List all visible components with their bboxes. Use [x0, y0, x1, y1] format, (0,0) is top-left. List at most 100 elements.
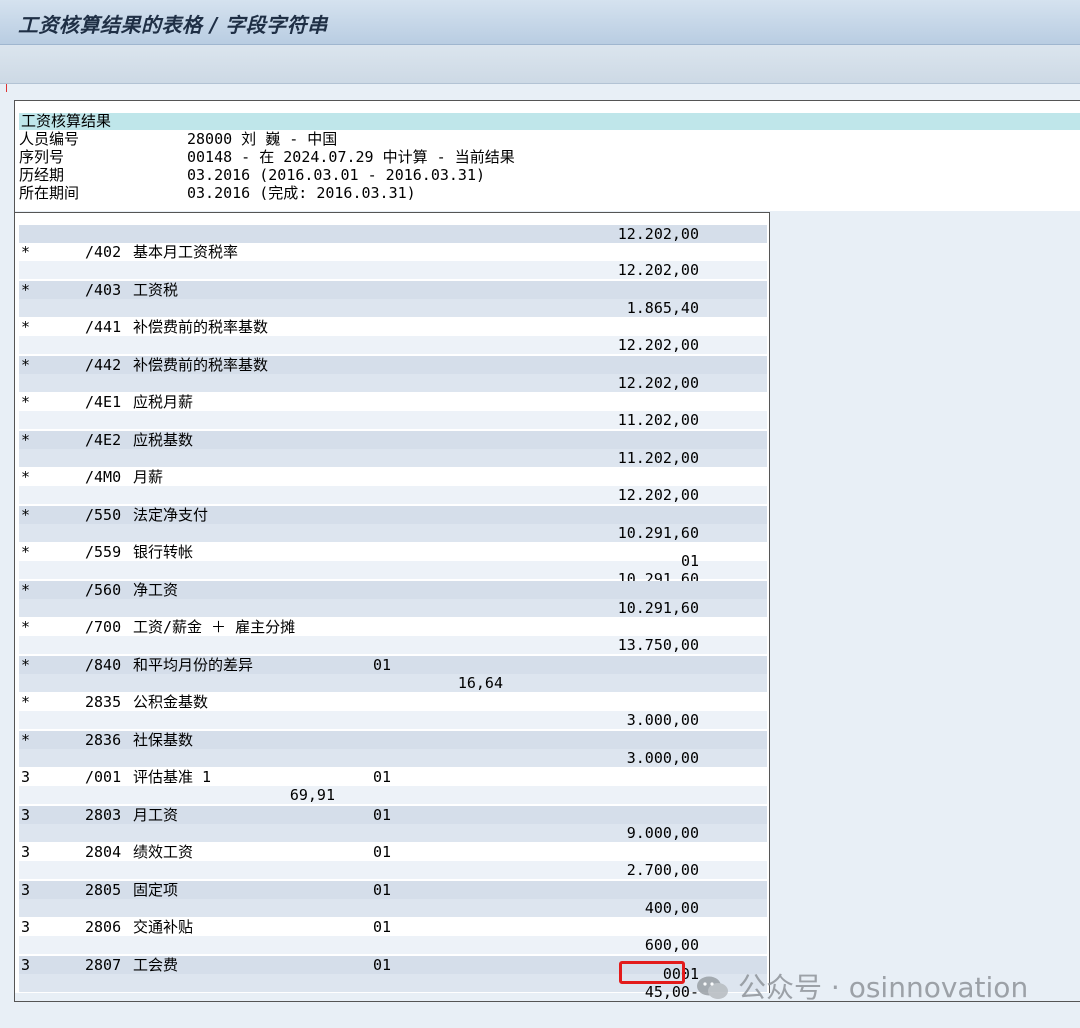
wage-type-code: /840	[85, 655, 122, 674]
watermark-text: 公众号 · osinnovation	[738, 971, 1029, 1004]
row-line: * 2836 社保基数	[19, 730, 767, 749]
amount: 45,00-	[644, 982, 699, 1001]
table-row[interactable]: * /559 银行转帐 01 10.291,60	[19, 543, 767, 588]
wage-type-text: 工资/薪金 ＋ 雇主分摊	[133, 618, 296, 636]
period-indicator: 01	[373, 918, 392, 936]
row-indicator: *	[21, 543, 31, 561]
amount: 12.202,00	[617, 225, 699, 243]
wage-type-text: 补偿费前的税率基数	[133, 318, 269, 336]
table-row[interactable]: * /441 补偿费前的税率基数 12.202,00	[19, 318, 767, 355]
row-line: 3.000,00	[19, 711, 767, 729]
row-line: * /441 补偿费前的税率基数	[19, 318, 767, 336]
amount: 600,00	[644, 936, 699, 954]
table-row[interactable]: * /4E2 应税基数 11.202,00	[19, 430, 767, 468]
row-line: 10.291,60	[19, 598, 767, 617]
row-indicator: *	[21, 280, 31, 299]
amount: 12.202,00	[617, 373, 699, 392]
table-row[interactable]: 3/001 评估基准 1 01 69,91	[19, 768, 767, 805]
table-row[interactable]: * /4M0 月薪 12.202,00	[19, 468, 767, 505]
table-row[interactable]: * /402 基本月工资税率 12.202,00	[19, 243, 767, 280]
table-row[interactable]: * /4E1 应税月薪 11.202,00	[19, 393, 767, 430]
wage-type-text: 和平均月份的差异	[133, 655, 254, 674]
results-table[interactable]: 12.202,00 * /402 基本月工资税率 12.202,00 * /403 工资税 1…	[15, 212, 770, 1001]
amount: 3.000,00	[626, 711, 699, 729]
highlight-box	[619, 960, 685, 984]
table-row[interactable]: * /550 法定净支付 10.291,60	[19, 505, 767, 543]
header-label: 历经期	[19, 166, 65, 184]
header-value: 03.2016 (完成: 2016.03.31)	[187, 184, 416, 202]
row-indicator: *	[21, 655, 31, 674]
table-row[interactable]: 3 2805 固定项 01 400,00	[19, 880, 767, 918]
table-row[interactable]: 3 2803 月工资 01 9.000,00	[19, 805, 767, 843]
row-line: * /403 工资税	[19, 280, 767, 299]
wage-type-text: 社保基数	[133, 730, 194, 749]
wage-type-code: /442	[85, 355, 122, 374]
wage-type-code: /700	[85, 618, 122, 636]
application-toolbar	[0, 45, 1080, 84]
row-line: 600,00	[19, 936, 767, 954]
row-line: * /559 银行转帐	[19, 543, 767, 561]
row-line: 12.202,00	[19, 373, 767, 392]
table-row[interactable]: * /840 和平均月份的差异 01 16,64	[19, 655, 767, 693]
row-line: 12.202,00	[19, 225, 767, 243]
wage-type-text: 银行转帐	[133, 543, 194, 561]
wage-type-text: 工会费	[133, 955, 179, 974]
row-line: * /700 工资/薪金 ＋ 雇主分摊	[19, 618, 767, 636]
header-value: 00148 - 在 2024.07.29 中计算 - 当前结果	[187, 148, 515, 166]
amount: 11.202,00	[617, 448, 699, 467]
row-indicator: *	[21, 468, 31, 486]
period-indicator: 01	[373, 880, 392, 899]
wage-type-code: /550	[85, 505, 122, 524]
table-row[interactable]: * /442 补偿费前的税率基数 12.202,00	[19, 355, 767, 393]
amount: 3.000,00	[626, 748, 699, 767]
wage-type-code: 2807	[85, 955, 122, 974]
wage-type-text: 净工资	[133, 580, 179, 599]
wage-type-text: 应税月薪	[133, 393, 194, 411]
table-row[interactable]: * /403 工资税 1.865,40	[19, 280, 767, 318]
wechat-icon	[697, 976, 728, 999]
row-line: 3 2803 月工资 01	[19, 805, 767, 824]
wage-type-code: /402	[85, 243, 122, 261]
wage-type-code: /403	[85, 280, 122, 299]
wage-type-code: /001	[85, 768, 122, 786]
row-line: 3 2806 交通补贴 01	[19, 918, 767, 936]
row-line: 2.700,00	[19, 861, 767, 879]
wage-type-text: 固定项	[133, 880, 179, 899]
row-indicator: *	[21, 318, 31, 336]
row-indicator: *	[21, 730, 31, 749]
row-line: 0001 45,00-	[19, 960, 767, 1001]
row-line: 3/001 评估基准 1 01	[19, 768, 767, 786]
wage-type-code: /441	[85, 318, 122, 336]
period-indicator: 01	[373, 768, 392, 786]
rate-value: 16,64	[457, 673, 503, 692]
row-line: 3.000,00	[19, 748, 767, 767]
wage-type-code: /559	[85, 543, 122, 561]
wage-type-code: /560	[85, 580, 122, 599]
wage-type-text: 绩效工资	[133, 843, 194, 861]
table-row[interactable]: * /700 工资/薪金 ＋ 雇主分摊 13.750,00	[19, 618, 767, 655]
amount: 1.865,40	[626, 298, 699, 317]
table-row[interactable]: 3 2804 绩效工资 01 2.700,00	[19, 843, 767, 880]
table-row[interactable]: * 2835 公积金基数 3.000,00	[19, 693, 767, 730]
period-indicator: 01	[373, 843, 392, 861]
row-line: 400,00	[19, 898, 767, 917]
period-indicator: 01	[373, 955, 392, 974]
table-row[interactable]: * /560 净工资 10.291,60	[19, 580, 767, 618]
wage-type-text: 月薪	[133, 468, 164, 486]
row-line: * 2835 公积金基数	[19, 693, 767, 711]
table-row[interactable]: * 2836 社保基数 3.000,00	[19, 730, 767, 768]
row-indicator: *	[21, 393, 31, 411]
header-label: 人员编号	[19, 130, 80, 148]
header-label: 序列号	[19, 148, 65, 166]
row-line: 12.202,00	[19, 486, 767, 504]
section-title: 工资核算结果	[19, 113, 1080, 130]
result-frame: 工资核算结果 人员编号 28000 刘 巍 - 中国 序列号 00148 - 在…	[14, 100, 1080, 1002]
row-line: * /4E2 应税基数	[19, 430, 767, 449]
table-row[interactable]: 3 2806 交通补贴 01 600,00	[19, 918, 767, 955]
table-row[interactable]: 12.202,00	[19, 225, 767, 243]
row-indicator: 3	[21, 918, 31, 936]
row-indicator: *	[21, 618, 31, 636]
row-indicator: *	[21, 505, 31, 524]
row-indicator: *	[21, 430, 31, 449]
table-row[interactable]: 3 2807 工会费 01 0001 45,00-	[19, 955, 767, 1001]
